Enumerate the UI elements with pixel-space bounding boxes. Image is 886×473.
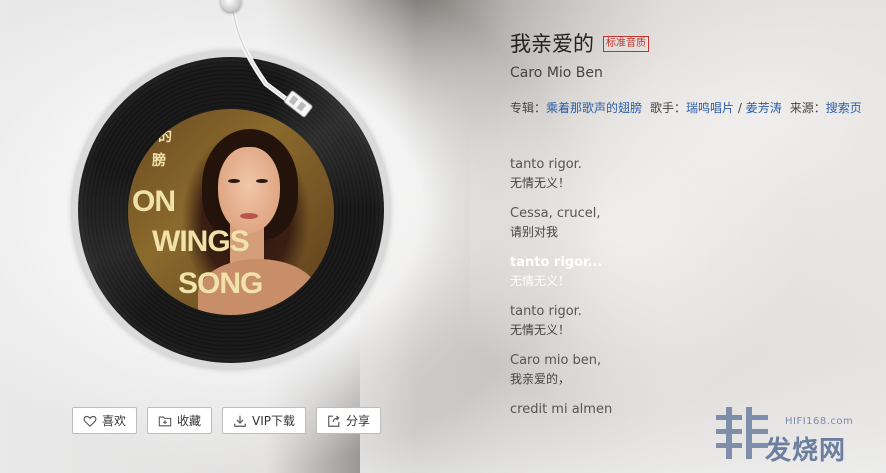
download-label: VIP下载 bbox=[252, 414, 296, 428]
watermark-name: 发烧网 bbox=[765, 436, 847, 466]
cover-text-4: WINGS bbox=[152, 225, 250, 258]
download-button[interactable]: VIP下载 bbox=[222, 407, 307, 434]
song-title: 我亲爱的 bbox=[510, 32, 594, 56]
lyric-original: Cessa, crucel, bbox=[510, 206, 601, 221]
singer-link-1[interactable]: 瑞鸣唱片 bbox=[686, 101, 734, 115]
source-label: 来源： bbox=[789, 101, 826, 115]
tonearm[interactable] bbox=[200, 0, 340, 130]
lyric-line-current: tanto rigor... 无情无义！ bbox=[510, 254, 830, 290]
lyric-original: tanto rigor. bbox=[510, 304, 582, 319]
lyric-line: tanto rigor. 无情无义！ bbox=[510, 303, 830, 339]
heart-icon bbox=[83, 415, 97, 427]
lyric-translation: 无情无义！ bbox=[510, 274, 571, 288]
album-cover: 的 膀 ON WINGS SONG bbox=[128, 109, 334, 315]
cover-lips bbox=[240, 213, 258, 219]
lyric-original: tanto rigor... bbox=[510, 255, 603, 270]
download-icon bbox=[234, 415, 246, 427]
share-label: 分享 bbox=[346, 414, 371, 428]
like-button[interactable]: 喜欢 bbox=[72, 407, 138, 434]
lyric-translation: 无情无义！ bbox=[510, 323, 571, 337]
album-label: 专辑： bbox=[510, 101, 547, 115]
lyric-original: tanto rigor. bbox=[510, 157, 582, 172]
quality-badge[interactable]: 标准音质 bbox=[603, 36, 649, 52]
song-subtitle: Caro Mio Ben bbox=[510, 65, 603, 81]
like-label: 喜欢 bbox=[102, 414, 127, 428]
song-meta: 专辑：乘着那歌声的翅膀 歌手：瑞鸣唱片 / 姜芳涛 来源：搜索页 bbox=[510, 99, 862, 116]
watermark-url: HIFI168.com bbox=[785, 416, 854, 427]
collect-button[interactable]: 收藏 bbox=[147, 407, 213, 434]
folder-plus-icon bbox=[158, 416, 172, 426]
source-link[interactable]: 搜索页 bbox=[826, 101, 862, 115]
cover-text-5: SONG bbox=[178, 267, 263, 300]
cover-text-3: ON bbox=[132, 185, 176, 218]
singer-link-2[interactable]: 姜芳涛 bbox=[746, 101, 782, 115]
lyric-line: Cessa, crucel, 请别对我 bbox=[510, 205, 830, 241]
singer-separator: / bbox=[734, 101, 746, 115]
singer-label: 歌手： bbox=[650, 101, 687, 115]
cover-text-1: 的 bbox=[158, 128, 172, 144]
action-bar: 喜欢 收藏 VIP下载 分享 bbox=[72, 407, 382, 434]
lyric-translation: 无情无义！ bbox=[510, 176, 571, 190]
cover-text-2: 膀 bbox=[152, 152, 166, 168]
lyric-translation: 请别对我 bbox=[510, 225, 559, 239]
share-icon bbox=[328, 415, 340, 427]
lyrics-panel[interactable]: tanto rigor. 无情无义！ Cessa, crucel, 请别对我 t… bbox=[510, 156, 830, 438]
lyric-line: Caro mio ben, 我亲爱的， bbox=[510, 352, 830, 388]
share-button[interactable]: 分享 bbox=[316, 407, 382, 434]
lyric-original: Caro mio ben, bbox=[510, 353, 602, 368]
album-link[interactable]: 乘着那歌声的翅膀 bbox=[546, 101, 642, 115]
cover-eye-right bbox=[256, 179, 268, 183]
cover-face bbox=[218, 147, 280, 233]
lyric-line: tanto rigor. 无情无义！ bbox=[510, 156, 830, 192]
lyric-translation: 我亲爱的， bbox=[510, 372, 571, 386]
collect-label: 收藏 bbox=[177, 414, 202, 428]
cover-eye-left bbox=[228, 179, 240, 183]
